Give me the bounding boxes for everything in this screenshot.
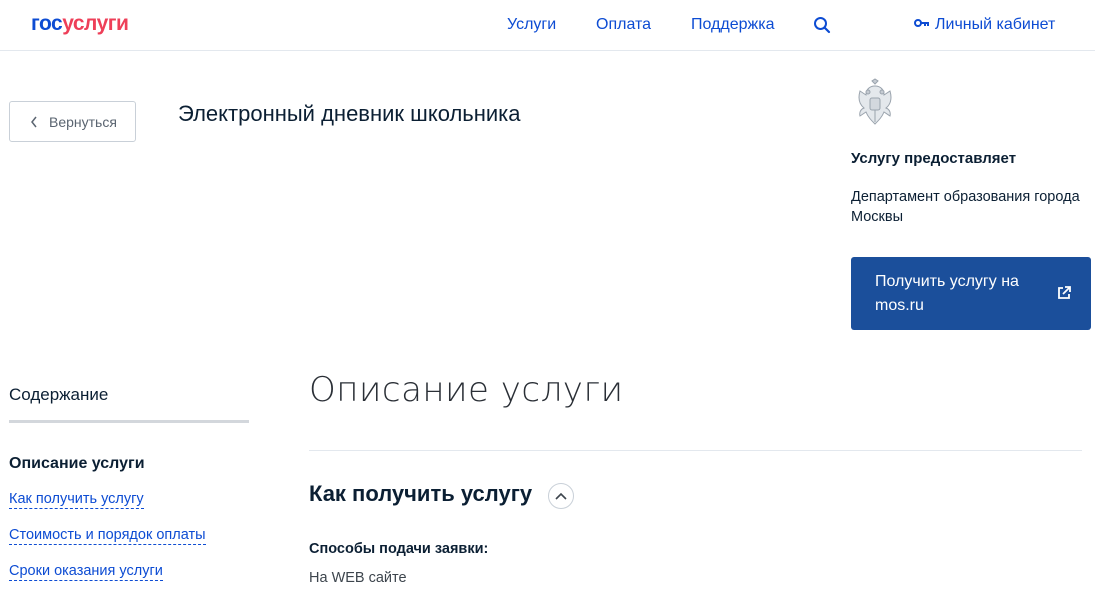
methods-label: Способы подачи заявки: <box>309 541 489 557</box>
method-item: На WEB сайте <box>309 570 407 586</box>
toc-link-terms[interactable]: Сроки оказания услуги <box>9 562 163 581</box>
chevron-left-icon <box>31 116 37 127</box>
section-title: Описание услуги <box>309 370 624 410</box>
personal-account-label: Личный кабинет <box>935 16 1056 33</box>
back-button[interactable]: Вернуться <box>9 101 136 142</box>
gosuslugi-logo[interactable]: госуслуги <box>31 12 129 36</box>
nav-payment[interactable]: Оплата <box>596 15 651 35</box>
logo-part-2: услуги <box>62 12 129 35</box>
provider-name: Департамент образования города Москвы <box>851 189 1080 225</box>
external-link-icon <box>1058 286 1071 299</box>
toc-title: Содержание <box>9 385 109 404</box>
key-icon <box>914 19 929 27</box>
personal-account-link[interactable]: Личный кабинет <box>914 15 1055 35</box>
subsection-title: Как получить услугу <box>309 481 533 506</box>
collapse-button[interactable] <box>548 483 574 509</box>
get-service-button[interactable]: Получить услугу на mos.ru <box>851 257 1091 330</box>
provider-heading: Услугу предоставляет <box>851 150 1017 167</box>
nav-support[interactable]: Поддержка <box>691 15 774 35</box>
get-service-button-label: Получить услугу на mos.ru <box>875 273 1019 314</box>
logo-part-1: гос <box>31 12 63 35</box>
coat-of-arms-icon <box>858 78 892 125</box>
top-header: госуслуги Услуги Оплата Поддержка Личный… <box>0 0 1095 51</box>
toc-link-how-to-get[interactable]: Как получить услугу <box>9 490 144 509</box>
toc-item-active[interactable]: Описание услуги <box>9 454 145 474</box>
page-title: Электронный дневник школьника <box>178 101 521 126</box>
nav-services[interactable]: Услуги <box>507 15 556 35</box>
chevron-up-icon <box>555 492 567 500</box>
toc-link-cost[interactable]: Стоимость и порядок оплаты <box>9 526 206 545</box>
toc-divider <box>9 420 249 423</box>
back-button-label: Вернуться <box>49 113 117 130</box>
section-divider <box>309 450 1082 451</box>
search-icon[interactable] <box>813 16 831 34</box>
